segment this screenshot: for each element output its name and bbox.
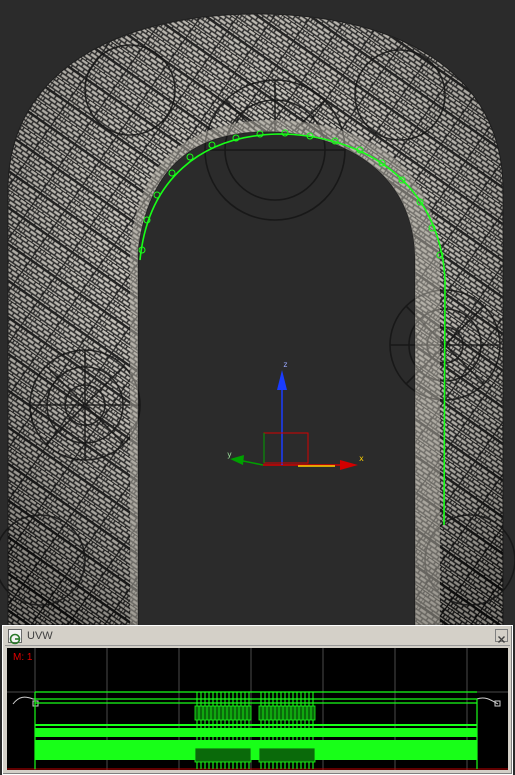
transform-gizmo [230,370,358,470]
axis-z-label: z [283,360,288,369]
uvw-curves [7,648,508,770]
close-icon[interactable] [495,629,508,643]
viewport[interactable]: x y z [0,0,515,625]
gear-g-icon [8,629,22,645]
uvw-window[interactable]: UVW M: 1 [2,625,513,775]
uvw-curve-canvas[interactable]: M: 1 [7,648,508,770]
archway-mesh-render [0,13,515,625]
axis-x-label: x [359,454,364,463]
uvw-titlebar[interactable]: UVW [5,628,510,646]
axis-y-label: y [227,450,232,459]
uvw-window-title: UVW [27,630,53,642]
